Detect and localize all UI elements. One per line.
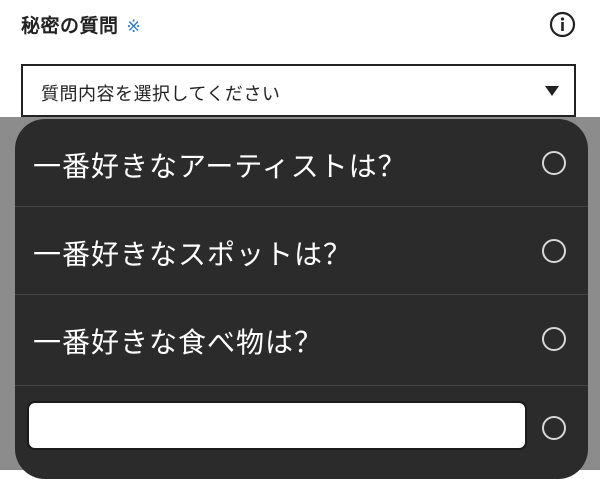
custom-question-input[interactable]: [27, 401, 527, 450]
option-label: 一番好きなスポットは？: [33, 238, 353, 271]
info-icon[interactable]: [549, 11, 576, 38]
option-label: 一番好きなアーティストは？: [33, 150, 407, 183]
question-select[interactable]: 質問内容を選択してください: [21, 64, 576, 117]
option-item-food[interactable]: 一番好きな食べ物は？: [15, 295, 588, 386]
radio-circle-icon[interactable]: [542, 151, 566, 175]
field-label-text: 秘密の質問: [21, 15, 119, 37]
radio-circle-icon[interactable]: [542, 327, 566, 351]
caret-down-icon: [545, 86, 559, 96]
option-item-artist[interactable]: 一番好きなアーティストは？: [15, 119, 588, 207]
option-label: 一番好きな食べ物は？: [33, 326, 324, 359]
secret-question-header: 秘密の質問 ※: [0, 0, 600, 58]
field-label: 秘密の質問 ※: [21, 11, 141, 38]
radio-circle-icon[interactable]: [542, 239, 566, 263]
radio-circle-icon[interactable]: [542, 416, 566, 440]
select-placeholder: 質問内容を選択してください: [41, 84, 281, 105]
option-item-spot[interactable]: 一番好きなスポットは？: [15, 207, 588, 295]
required-mark: ※: [126, 17, 142, 37]
options-sheet: 一番好きなアーティストは？ 一番好きなスポットは？ 一番好きな食べ物は？: [15, 119, 588, 479]
